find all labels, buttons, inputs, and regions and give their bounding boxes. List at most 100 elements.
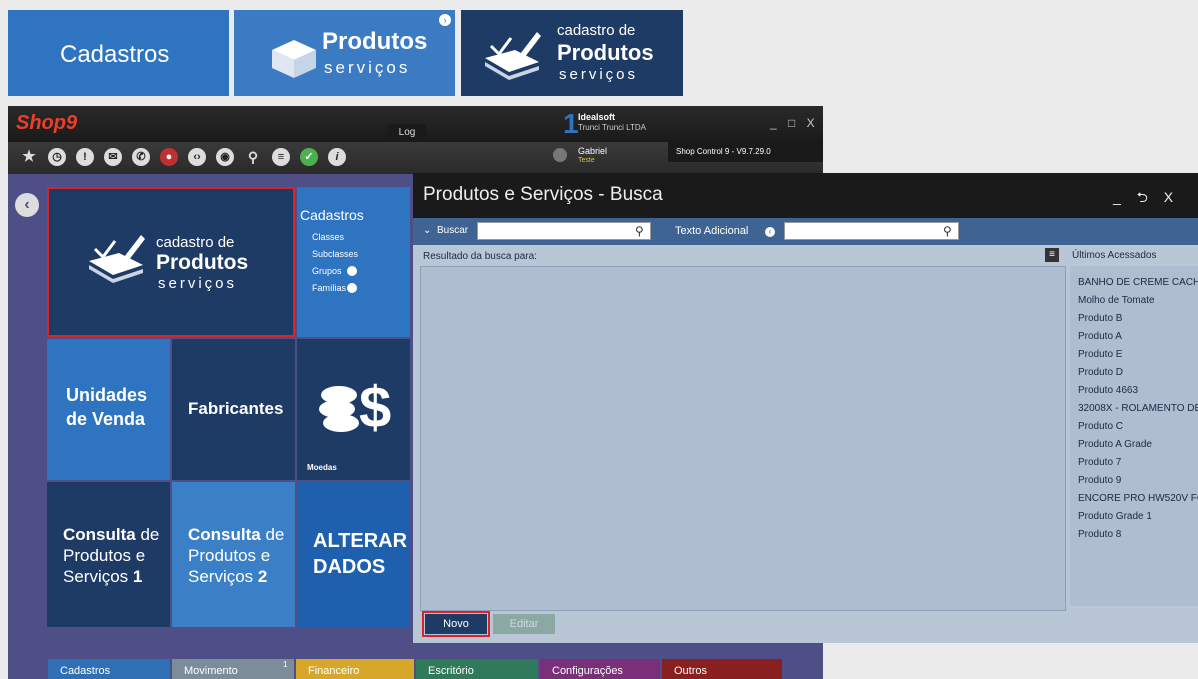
consulta1-bold: Consulta xyxy=(63,525,136,544)
dialog-window-controls[interactable]: _ ⮌ X xyxy=(1113,187,1179,211)
recent-item[interactable]: 32008X - ROLAMENTO DE xyxy=(1078,403,1198,414)
bottom-tab-outros[interactable]: Outros xyxy=(662,659,782,679)
results-list[interactable] xyxy=(420,266,1066,611)
consulta1-de: de xyxy=(140,525,160,544)
plus-icon xyxy=(347,266,357,276)
toolbar: Gabriel Teste Shop Control 9 - V9.7.29.0 xyxy=(8,142,823,174)
recent-item[interactable]: BANHO DE CREME CACHC xyxy=(1078,277,1198,288)
title-bar: Shop9 Log 1 Idealsoft Trunci Trunci LTDA… xyxy=(8,106,823,142)
recent-item[interactable]: Produto D xyxy=(1078,367,1123,378)
coins-icon: $ xyxy=(319,375,391,437)
tile-alterar-dados[interactable]: ALTERAR DADOS xyxy=(297,482,410,627)
consulta2-serv: Serviços xyxy=(188,567,254,586)
recent-item[interactable]: Produto 8 xyxy=(1078,529,1121,540)
breadcrumb-produtos[interactable]: Produtos serviços › xyxy=(234,10,455,96)
bottom-tab-financeiro[interactable]: Financeiro xyxy=(296,659,414,679)
back-arrow-icon[interactable]: ‹ xyxy=(15,193,39,217)
log-tab[interactable]: Log xyxy=(388,124,426,142)
breadcrumb-produtos-sub: serviços xyxy=(324,58,411,77)
tile-consulta-2[interactable]: Consulta de Produtos e Serviços 2 xyxy=(172,482,295,627)
tile-cadastros[interactable]: Cadastros Classes Subclasses Grupos Famí… xyxy=(297,187,410,337)
recent-item[interactable]: Produto 9 xyxy=(1078,475,1121,486)
tile-fabricantes-label: Fabricantes xyxy=(188,399,284,418)
svg-text:$: $ xyxy=(359,375,391,437)
bottom-tab-cadastros[interactable]: Cadastros xyxy=(48,659,170,679)
buscar-input[interactable] xyxy=(477,222,651,240)
whatsapp-icon[interactable]: ✆ xyxy=(132,148,150,166)
result-label: Resultado da busca para: xyxy=(423,251,537,262)
app-logo: Shop9 xyxy=(16,112,78,134)
plus-icon xyxy=(347,283,357,293)
camera-icon[interactable]: ◉ xyxy=(216,148,234,166)
recent-item[interactable]: Produto C xyxy=(1078,421,1123,432)
tile-main-title: Produtos xyxy=(156,251,249,274)
code-icon[interactable]: ‹› xyxy=(188,148,206,166)
texto-adicional-input[interactable] xyxy=(784,222,959,240)
movimento-badge: 1 xyxy=(283,660,288,669)
mail-icon[interactable]: ✉ xyxy=(104,148,122,166)
tile-unidades-label: Unidades de Venda xyxy=(66,385,148,429)
consulta2-num: 2 xyxy=(257,567,268,586)
dialog-title-bar: Produtos e Serviços - Busca _ ⮌ X xyxy=(413,173,1198,218)
novo-button[interactable]: Novo xyxy=(425,614,487,634)
bottom-tab-configuracoes[interactable]: Configurações xyxy=(540,659,660,679)
tile-moedas-label: Moedas xyxy=(307,463,337,472)
check-icon[interactable]: ✓ xyxy=(300,148,318,166)
recent-item[interactable]: Molho de Tomate xyxy=(1078,295,1155,306)
chevron-down-icon[interactable]: ⌄ xyxy=(423,225,431,236)
alert-icon[interactable]: ! xyxy=(76,148,94,166)
star-icon[interactable]: ★ xyxy=(20,148,38,166)
alterar-line1: ALTERAR xyxy=(313,530,408,552)
search-icon[interactable]: ⚲ xyxy=(635,224,644,238)
consulta2-de: de xyxy=(265,525,285,544)
search-icon[interactable]: ⚲ xyxy=(244,148,262,166)
recent-item[interactable]: Produto A Grade xyxy=(1078,439,1152,450)
tile-cadastro-produtos[interactable]: cadastro de Produtos serviços xyxy=(47,187,295,337)
chart-icon[interactable]: ≡ xyxy=(272,148,290,166)
user-role: Teste xyxy=(578,157,595,164)
consulta1-prod: Produtos e xyxy=(63,546,146,565)
breadcrumb-produtos-title: Produtos xyxy=(322,28,428,55)
link-grupos[interactable]: Grupos xyxy=(312,266,342,276)
company-name: Idealsoft xyxy=(578,112,616,122)
breadcrumb-cadastro-sub: serviços xyxy=(559,66,639,83)
editar-button[interactable]: Editar xyxy=(493,614,555,634)
recent-item[interactable]: Produto 7 xyxy=(1078,457,1121,468)
search-icon[interactable]: ⚲ xyxy=(943,224,952,238)
link-classes[interactable]: Classes xyxy=(312,232,344,242)
bottom-tab-movimento[interactable]: Movimento xyxy=(172,659,294,679)
link-subclasses[interactable]: Subclasses xyxy=(312,249,358,259)
recent-item[interactable]: ENCORE PRO HW520V FOI xyxy=(1078,493,1198,504)
link-familias[interactable]: Famílias xyxy=(312,283,346,293)
window-controls[interactable]: _ □ X xyxy=(770,116,819,130)
user-name: Gabriel xyxy=(578,146,608,156)
company-number: 1 xyxy=(563,108,579,139)
tile-main-line1: cadastro de xyxy=(156,234,235,251)
consulta2-prod: Produtos e xyxy=(188,546,271,565)
tile-consulta-1[interactable]: Consulta de Produtos e Serviços 1 xyxy=(47,482,170,627)
recent-title: Últimos Acessados xyxy=(1072,250,1157,261)
info-icon[interactable]: i xyxy=(328,148,346,166)
chevron-right-icon: › xyxy=(439,14,451,26)
tile-unidades-venda[interactable]: Unidades de Venda xyxy=(47,339,170,480)
consulta2-bold: Consulta xyxy=(188,525,261,544)
box-icon xyxy=(272,40,316,78)
recent-item[interactable]: Produto E xyxy=(1078,349,1122,360)
breadcrumb-cadastro-title: Produtos xyxy=(557,40,654,65)
clock-icon[interactable]: ◷ xyxy=(48,148,66,166)
recent-item[interactable]: Produto B xyxy=(1078,313,1122,324)
tile-moedas[interactable]: $ Moedas xyxy=(297,339,410,480)
dialog-title: Produtos e Serviços - Busca xyxy=(423,184,663,205)
breadcrumb-cadastros[interactable]: Cadastros xyxy=(8,10,229,96)
record-icon[interactable]: ● xyxy=(160,148,178,166)
tile-fabricantes[interactable]: Fabricantes xyxy=(172,339,295,480)
recent-item[interactable]: Produto Grade 1 xyxy=(1078,511,1152,522)
recent-item[interactable]: Produto A xyxy=(1078,331,1122,342)
texto-adicional-label: Texto Adicional xyxy=(675,225,749,237)
recent-item[interactable]: Produto 4663 xyxy=(1078,385,1138,396)
search-dialog: Produtos e Serviços - Busca _ ⮌ X ⌄ Busc… xyxy=(413,173,1198,643)
chevron-left-icon[interactable]: ‹ xyxy=(765,227,775,237)
breadcrumb-cadastro-produtos[interactable]: cadastro de Produtos serviços xyxy=(461,10,683,96)
list-icon[interactable]: ≡ xyxy=(1045,248,1059,262)
bottom-tab-escritorio[interactable]: Escritório xyxy=(416,659,538,679)
